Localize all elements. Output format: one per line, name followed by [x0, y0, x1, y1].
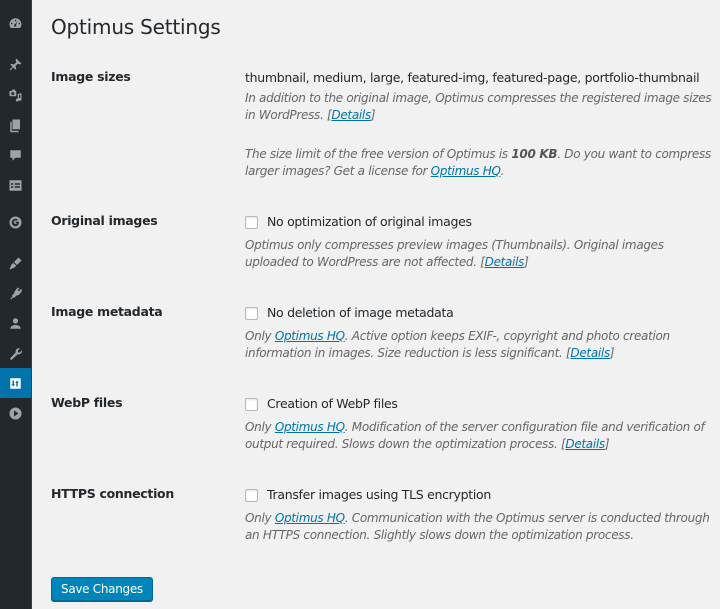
row-label: WebP files: [51, 395, 123, 410]
image-metadata-description: Only Optimus HQ. Active option keeps EXI…: [245, 328, 715, 362]
desc-text: The size limit of the free version of Op…: [245, 147, 512, 161]
optimus-hq-link[interactable]: Optimus HQ: [275, 511, 345, 525]
dashboard-icon: [9, 17, 22, 28]
size-limit: 100 KB: [511, 147, 558, 161]
image-metadata-option[interactable]: No deletion of image metadata: [245, 304, 715, 322]
desc-text: Only: [245, 329, 275, 343]
desc-text: ]: [370, 108, 376, 122]
https-connection-checkbox[interactable]: [245, 488, 258, 502]
checkbox-label[interactable]: Transfer images using TLS encryption: [267, 486, 491, 504]
checkbox-label[interactable]: Creation of WebP files: [267, 395, 398, 413]
row-field: No optimization of original images Optim…: [245, 213, 715, 271]
row-field: No deletion of image metadata Only Optim…: [245, 304, 715, 362]
desc-text: ]: [604, 437, 610, 451]
menu-item-plugins[interactable]: [0, 278, 31, 308]
webp-files-checkbox[interactable]: [245, 397, 258, 411]
details-link[interactable]: Details: [331, 108, 371, 122]
settings-sliders-icon: [10, 377, 21, 389]
row-label: Image sizes: [51, 69, 131, 84]
desc-text: Only: [245, 420, 275, 434]
tools-wrench-icon: [10, 347, 22, 360]
menu-item-dashboard[interactable]: [0, 8, 31, 38]
desc-text: Optimus only compresses preview images (…: [245, 238, 664, 269]
menu-item-pages[interactable]: [0, 110, 31, 140]
checkbox-label[interactable]: No optimization of original images: [267, 213, 472, 231]
desc-text: In addition to the original image, Optim…: [245, 91, 712, 122]
original-images-checkbox[interactable]: [245, 215, 258, 229]
appearance-brush-icon: [9, 257, 22, 269]
menu-item-g-plugin[interactable]: [0, 207, 31, 237]
g-plugin-icon: [9, 216, 22, 228]
menu-item-media[interactable]: [0, 80, 31, 110]
menu-item-appearance[interactable]: [0, 248, 31, 278]
page-title: Optimus Settings: [51, 15, 221, 39]
details-link[interactable]: Details: [485, 255, 525, 269]
https-connection-description: Only Optimus HQ. Communication with the …: [245, 510, 715, 544]
original-images-description: Optimus only compresses preview images (…: [245, 237, 715, 271]
image-metadata-checkbox[interactable]: [245, 306, 258, 320]
original-images-option[interactable]: No optimization of original images: [245, 213, 715, 231]
details-link[interactable]: Details: [565, 437, 605, 451]
row-field: Transfer images using TLS encryption Onl…: [245, 486, 715, 544]
menu-item-posts[interactable]: [0, 49, 31, 79]
license-description: The size limit of the free version of Op…: [245, 146, 715, 180]
media-icon: [9, 89, 22, 102]
comments-icon: [10, 149, 21, 161]
row-field: thumbnail, medium, large, featured-img, …: [245, 69, 715, 180]
optimus-hq-link[interactable]: Optimus HQ: [275, 329, 345, 343]
https-connection-option[interactable]: Transfer images using TLS encryption: [245, 486, 715, 504]
menu-item-media-player[interactable]: [0, 398, 31, 428]
menu-item-forms[interactable]: [0, 170, 31, 200]
desc-text: .: [500, 164, 505, 178]
play-icon: [9, 407, 22, 419]
forms-icon: [9, 179, 22, 191]
row-label: Original images: [51, 213, 158, 228]
webp-files-description: Only Optimus HQ. Modification of the ser…: [245, 419, 715, 453]
optimus-hq-link[interactable]: Optimus HQ: [275, 420, 345, 434]
save-changes-button[interactable]: Save Changes: [51, 577, 153, 601]
pages-icon: [10, 119, 20, 132]
menu-item-users[interactable]: [0, 308, 31, 338]
checkbox-label[interactable]: No deletion of image metadata: [267, 304, 454, 322]
row-label: Image metadata: [51, 304, 163, 319]
desc-text: ]: [524, 255, 529, 269]
admin-sidebar: [0, 0, 39, 609]
image-sizes-description: In addition to the original image, Optim…: [245, 90, 715, 124]
details-link[interactable]: Details: [570, 346, 610, 360]
desc-text: ]: [609, 346, 615, 360]
webp-files-option[interactable]: Creation of WebP files: [245, 395, 715, 413]
desc-text: Only: [245, 511, 275, 525]
optimus-hq-link[interactable]: Optimus HQ: [431, 164, 501, 178]
active-indicator: [33, 377, 39, 389]
users-icon: [10, 317, 21, 329]
menu-item-settings[interactable]: [0, 368, 39, 398]
row-label: HTTPS connection: [51, 486, 174, 501]
plugins-icon: [10, 287, 23, 299]
row-field: Creation of WebP files Only Optimus HQ. …: [245, 395, 715, 453]
menu-item-comments[interactable]: [0, 140, 31, 170]
pin-icon: [9, 58, 22, 70]
image-sizes-value: thumbnail, medium, large, featured-img, …: [245, 70, 700, 85]
menu-item-tools[interactable]: [0, 339, 31, 369]
